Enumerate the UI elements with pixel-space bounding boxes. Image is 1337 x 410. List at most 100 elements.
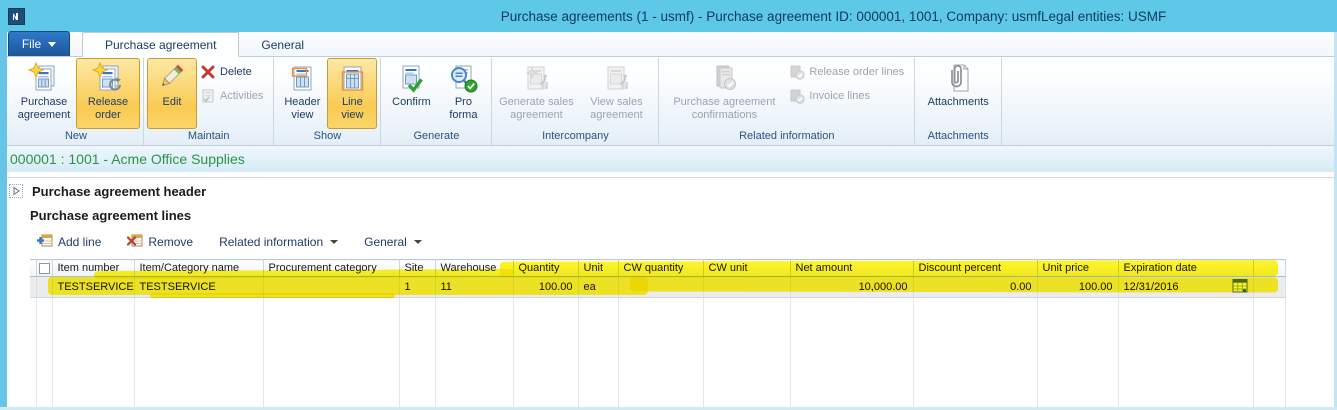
column-header-quantity[interactable]: Quantity xyxy=(513,260,578,277)
cell-warehouse[interactable]: 11 xyxy=(435,277,513,298)
ribbon-group-related-information: Purchase agreement confirmations Release… xyxy=(659,58,915,145)
cell-net-amount[interactable]: 10,000.00 xyxy=(790,277,913,298)
chevron-down-icon xyxy=(48,42,56,47)
titlebar: Purchase agreements (1 - usmf) - Purchas… xyxy=(0,0,1337,32)
file-menu-label: File xyxy=(22,37,41,51)
remove-line-icon xyxy=(127,233,143,251)
confirm-check-icon xyxy=(395,62,427,94)
paperclip-icon xyxy=(942,62,974,94)
chevron-down-icon xyxy=(414,240,422,244)
cell-discount-percent[interactable]: 0.00 xyxy=(913,277,1037,298)
cell-unit-price[interactable]: 100.00 xyxy=(1037,277,1118,298)
line-view-icon xyxy=(336,62,368,94)
ribbon-group-maintain: Edit Delete xyxy=(144,58,274,145)
calendar-icon[interactable] xyxy=(1232,278,1248,296)
cell-quantity[interactable]: 100.00 xyxy=(513,277,578,298)
delete-button[interactable]: Delete xyxy=(197,62,270,82)
release-order-icon xyxy=(92,62,124,94)
cell-site[interactable]: 1 xyxy=(399,277,435,298)
related-information-menu-button[interactable]: Related information xyxy=(219,235,338,249)
cell-filler xyxy=(1253,277,1285,298)
tab-purchase-agreement[interactable]: Purchase agreement xyxy=(82,32,239,57)
window-left-border xyxy=(0,32,7,410)
ribbon-group-label: Maintain xyxy=(147,129,270,145)
line-view-button[interactable]: Line view xyxy=(327,58,377,129)
activities-button[interactable]: Activities xyxy=(197,86,270,106)
ribbon-group-label: Show xyxy=(277,129,377,145)
confirmations-journal-icon xyxy=(707,62,741,94)
purchase-agreement-header-section: Purchase agreement header xyxy=(0,177,1337,200)
column-header-net-amount[interactable]: Net amount xyxy=(790,260,913,277)
column-header-item-number[interactable]: Item number xyxy=(52,260,134,277)
general-menu-button[interactable]: General xyxy=(364,235,422,249)
column-header-unit-price[interactable]: Unit price xyxy=(1037,260,1118,277)
add-line-button[interactable]: Add line xyxy=(37,233,101,251)
column-header-procurement-category[interactable]: Procurement category xyxy=(263,260,399,277)
tab-general[interactable]: General xyxy=(239,32,326,57)
header-view-button[interactable]: Header view xyxy=(277,58,327,129)
add-line-icon xyxy=(37,233,53,251)
column-header-filler xyxy=(1253,260,1285,277)
generate-sales-agreement-icon xyxy=(520,62,552,94)
record-caption-bar: 000001 : 1001 - Acme Office Supplies xyxy=(0,146,1337,172)
generate-sales-agreement-button[interactable]: Generate sales agreement xyxy=(495,58,577,129)
purchase-agreement-button[interactable]: Purchase agreement xyxy=(12,58,76,129)
ribbon-group-label: Intercompany xyxy=(495,129,655,145)
grid-empty-area xyxy=(30,298,1285,409)
release-order-lines-button[interactable]: Release order lines xyxy=(786,62,911,82)
new-purchase-agreement-icon xyxy=(28,62,60,94)
column-header-warehouse[interactable]: Warehouse xyxy=(435,260,513,277)
column-header-expiration-date[interactable]: Expiration date xyxy=(1118,260,1253,277)
confirm-button[interactable]: Confirm xyxy=(384,58,438,129)
ribbon-group-label: Related information xyxy=(662,129,911,145)
select-all-checkbox-cell[interactable] xyxy=(36,260,52,277)
cell-item-category-name[interactable]: TESTSERVICE xyxy=(134,277,263,298)
activities-icon xyxy=(200,88,216,104)
expand-section-icon[interactable] xyxy=(9,184,23,198)
column-header-item-category-name[interactable]: Item/Category name xyxy=(134,260,263,277)
purchase-agreement-confirmations-button[interactable]: Purchase agreement confirmations xyxy=(662,58,786,129)
ribbon-group-label: Attachments xyxy=(918,129,998,145)
delete-x-icon xyxy=(200,64,216,80)
view-sales-agreement-button[interactable]: View sales agreement xyxy=(577,58,655,129)
ribbon-group-label: Generate xyxy=(384,129,488,145)
ribbon-group-new: Purchase agreement Release order xyxy=(9,58,144,145)
window-title: Purchase agreements (1 - usmf) - Purchas… xyxy=(0,9,1337,24)
pro-forma-button[interactable]: Pro forma xyxy=(438,58,488,129)
column-header-cw-quantity[interactable]: CW quantity xyxy=(618,260,703,277)
record-caption: 000001 : 1001 - Acme Office Supplies xyxy=(0,151,245,167)
ribbon-group-attachments: Attachments Attachments xyxy=(915,58,1002,145)
cell-cw-quantity[interactable] xyxy=(618,277,703,298)
ribbon-group-intercompany: Generate sales agreement View sales agre… xyxy=(492,58,659,145)
file-menu-button[interactable]: File xyxy=(8,31,70,56)
column-header-unit[interactable]: Unit xyxy=(578,260,618,277)
column-header-site[interactable]: Site xyxy=(399,260,435,277)
lines-toolbar: Add line Remove Related information Gene… xyxy=(0,228,1337,256)
table-row: TESTSERVICE TESTSERVICE 1 11 100.00 ea 1… xyxy=(30,277,1285,298)
cell-expiration-date[interactable]: 12/31/2016 xyxy=(1118,277,1253,298)
release-order-button[interactable]: Release order xyxy=(76,58,140,129)
attachments-button[interactable]: Attachments xyxy=(918,58,998,129)
ribbon-group-show: Header view Line view Show xyxy=(274,58,381,145)
cell-procurement-category[interactable] xyxy=(263,277,399,298)
remove-line-button[interactable]: Remove xyxy=(127,233,193,251)
lines-check-icon xyxy=(789,64,805,80)
ribbon-group-generate: Confirm Pro forma xyxy=(381,58,492,145)
select-all-checkbox[interactable] xyxy=(39,263,50,274)
cell-item-number[interactable]: TESTSERVICE xyxy=(52,277,134,298)
edit-button[interactable]: Edit xyxy=(147,58,197,129)
purchase-agreement-lines-grid: Item number Item/Category name Procureme… xyxy=(30,259,1337,407)
cell-cw-unit[interactable] xyxy=(703,277,790,298)
view-sales-agreement-icon xyxy=(600,62,632,94)
invoice-lines-button[interactable]: Invoice lines xyxy=(786,86,911,106)
grid-header-row: Item number Item/Category name Procureme… xyxy=(30,260,1285,277)
row-select-cell[interactable] xyxy=(36,277,52,298)
column-header-discount-percent[interactable]: Discount percent xyxy=(913,260,1037,277)
cell-unit[interactable]: ea xyxy=(578,277,618,298)
ribbon: Purchase agreement Release order xyxy=(0,57,1337,146)
section-title-lines: Purchase agreement lines xyxy=(30,208,191,223)
ribbon-group-label: New xyxy=(12,129,140,145)
column-header-cw-unit[interactable]: CW unit xyxy=(703,260,790,277)
pencil-icon xyxy=(156,62,188,94)
chevron-down-icon xyxy=(330,240,338,244)
